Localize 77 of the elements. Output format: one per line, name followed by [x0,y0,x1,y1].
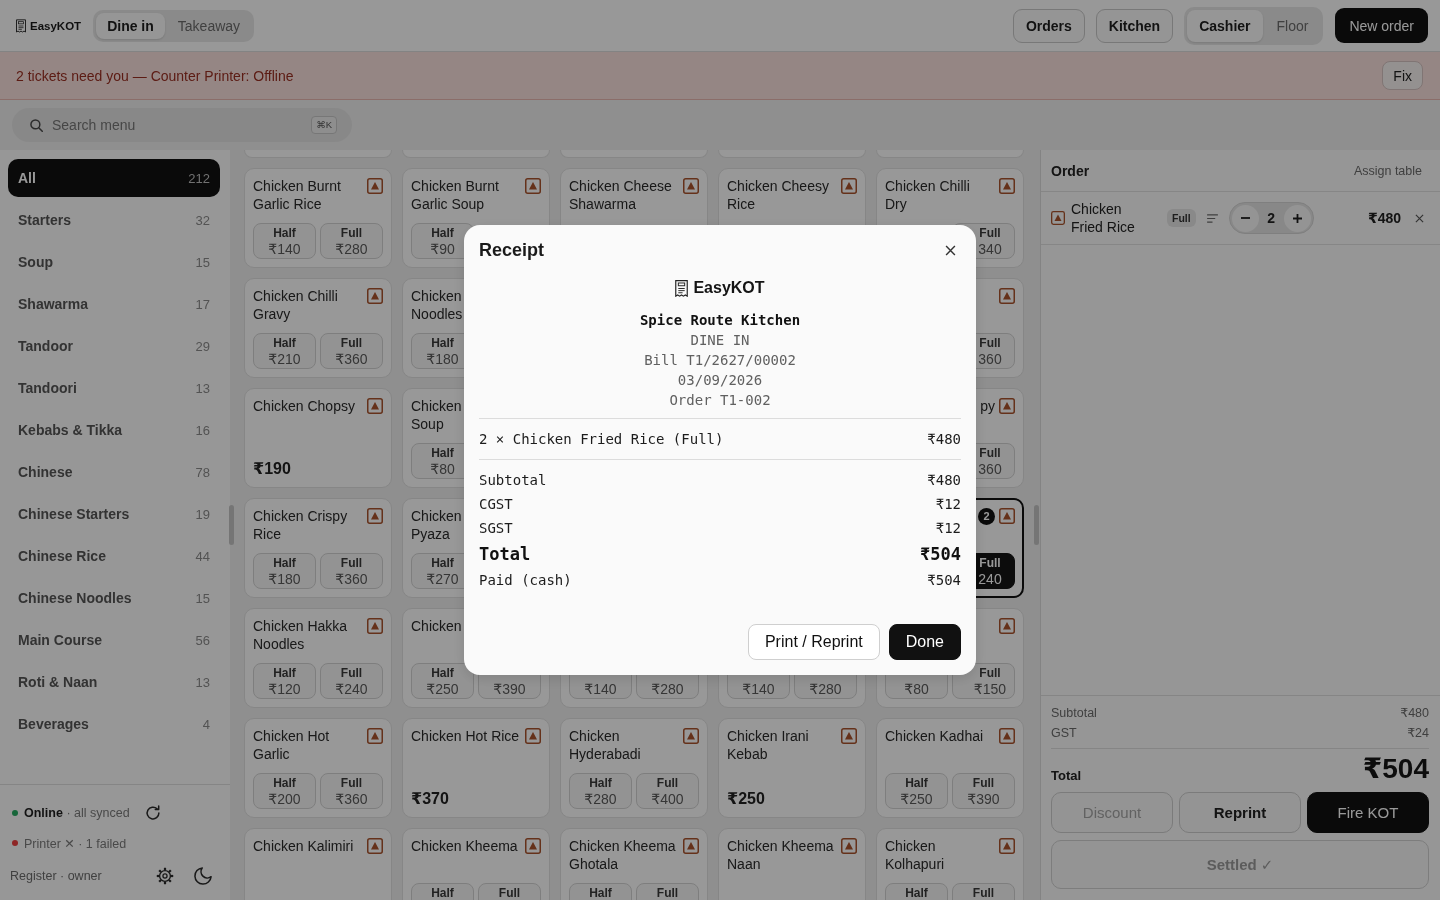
dish-name: Chicken [411,507,462,525]
dish-name: py [980,397,995,415]
dish-name: Soup [411,415,444,433]
brand-name: EasyKOT [30,19,82,32]
user-label: Register · owner [10,869,102,883]
receipt-label: Subtotal [479,471,547,490]
dish-name: Chicken Kheema Ghotala [569,837,677,873]
brand-name: EasyKOT [693,279,765,297]
dish-name: Noodles [411,305,463,323]
dish-name: Chicken Kadhai [885,727,984,745]
dish-name: Chicken Crispy Rice [253,507,349,543]
status-text: Printer ✕ · 1 failed [24,835,127,851]
dish-name: Chicken Kheema Naan [727,837,835,873]
receipt-line: Spice Route Kitchen [639,311,801,330]
item-count: 17 [195,296,210,312]
receipt-line: Bill T1/2627/00002 [644,351,796,370]
item-count: 29 [195,338,210,354]
dish-name: Pyaza [411,525,450,543]
quantity-badge: 2 [978,508,995,525]
item-count: 15 [195,590,210,606]
item-count: 19 [195,506,210,522]
dish-name: Chicken [411,397,462,415]
dish-name: Chicken [411,287,462,305]
dish-name: Chicken [411,617,462,635]
summary-label: Subtotal [1051,705,1097,722]
receipt-label: CGST [479,495,513,514]
dish-name: Chicken Kalimiri [253,837,354,855]
item-amount: ₹480 [1367,210,1401,226]
item-count: 13 [195,380,210,396]
dish-name: Chicken Chilli Dry [885,177,971,213]
receipt-amount: ₹12 [935,519,961,538]
receipt-label: Paid (cash) [479,571,572,590]
dish-price: ₹250 [727,789,766,809]
summary-amount: ₹480 [1400,705,1429,722]
dish-price: ₹370 [411,789,450,809]
item-count: 16 [195,422,210,438]
order-title: Order [1051,162,1090,179]
item-count: 44 [195,548,210,564]
dialog-title: Receipt [479,239,545,261]
banner-message: 2 tickets need you — Counter Printer: Offline [16,67,294,84]
dish-name: Chicken Cheesy Rice [727,177,830,213]
dish-name: Chicken Burnt Garlic Soup [411,177,500,213]
receipt-amount: ₹12 [935,495,961,514]
receipt-line: 03/09/2026 [677,371,763,390]
total-label: Total [1051,767,1082,785]
dish-name: Chicken Chilli Gravy [253,287,339,323]
receipt-item: 2 × Chicken Fried Rice (Full) [479,430,724,449]
item-count: 78 [195,464,210,480]
item-count: 32 [195,212,210,228]
summary-label: GST [1051,725,1077,742]
dish-name: Chicken Cheese Shawarma [569,177,673,213]
size-tag: Full [1167,209,1196,227]
receipt-label: SGST [479,519,513,538]
receipt-line: Order T1-002 [669,391,771,410]
item-name: Chicken Fried Rice [1071,200,1136,236]
dish-name: Chicken Hot Rice [411,727,520,745]
dish-name: Chicken Kheema [411,837,518,855]
shortcut-key: ⌘K [311,116,337,134]
item-count: 15 [195,254,210,270]
dish-name: Chicken Irani Kebab [727,727,810,763]
dish-name: Chicken Hyderabadi [569,727,642,763]
item-count: 4 [202,716,210,732]
dish-name: Chicken Hot Garlic [253,727,331,763]
dish-name: Chicken Kolhapuri [885,837,946,873]
dish-name: Chicken Chopsy [253,397,355,415]
item-count: 212 [188,170,210,186]
summary-amount: ₹24 [1407,725,1429,742]
dish-name: Chicken Burnt Garlic Rice [253,177,342,213]
receipt-line: DINE IN [690,331,750,350]
quantity-value: 2 [1266,210,1277,226]
item-count: 56 [195,632,210,648]
item-count: 13 [195,674,210,690]
receipt-label: Total [479,543,531,566]
total-amount: ₹504 [1362,752,1429,786]
dish-name: Chicken Hakka Noodles [253,617,349,653]
dish-price: ₹190 [253,459,292,479]
status-text: Online · all synced [24,806,130,820]
